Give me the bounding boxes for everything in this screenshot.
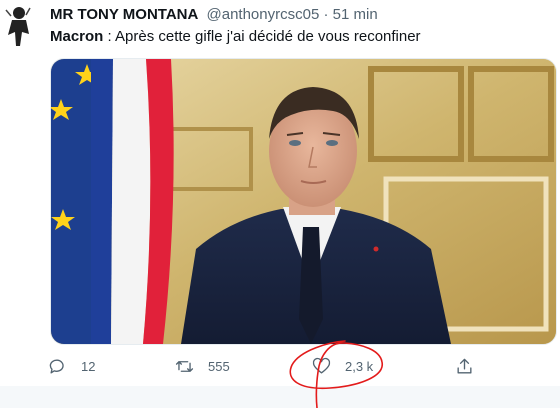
- user-handle[interactable]: @anthonyrcsc05: [207, 6, 320, 23]
- share-button[interactable]: [455, 352, 474, 380]
- tweet-image[interactable]: [50, 58, 557, 345]
- tweet[interactable]: MR TONY MONTANA @anthonyrcsc05 · 51 min …: [0, 0, 560, 386]
- like-button[interactable]: 2,3 k: [312, 352, 373, 380]
- like-count: 2,3 k: [345, 358, 374, 374]
- tweet-text: Macron : Après cette gifle j'ai décidé d…: [50, 27, 550, 47]
- timestamp[interactable]: 51 min: [333, 6, 378, 23]
- display-name[interactable]: MR TONY MONTANA: [50, 6, 198, 23]
- tweet-header: MR TONY MONTANA @anthonyrcsc05 · 51 min: [50, 5, 550, 25]
- share-icon: [457, 358, 472, 374]
- retweet-count: 555: [208, 358, 230, 374]
- photo-macron: [51, 59, 556, 344]
- tweet-text-bold: Macron: [50, 28, 104, 45]
- reply-count: 12: [81, 358, 96, 374]
- separator-dot: ·: [323, 6, 329, 23]
- timeline-divider: [0, 386, 560, 408]
- heart-icon: [312, 357, 331, 374]
- tweet-actions: 12 555 2,3 k: [0, 352, 560, 380]
- retweet-icon: [175, 360, 194, 372]
- reply-icon: [49, 359, 64, 374]
- tweet-text-rest: : Après cette gifle j'ai décidé de vous …: [103, 28, 421, 45]
- reply-button[interactable]: 12: [48, 352, 95, 380]
- retweet-button[interactable]: 555: [175, 352, 230, 380]
- avatar[interactable]: [0, 2, 38, 52]
